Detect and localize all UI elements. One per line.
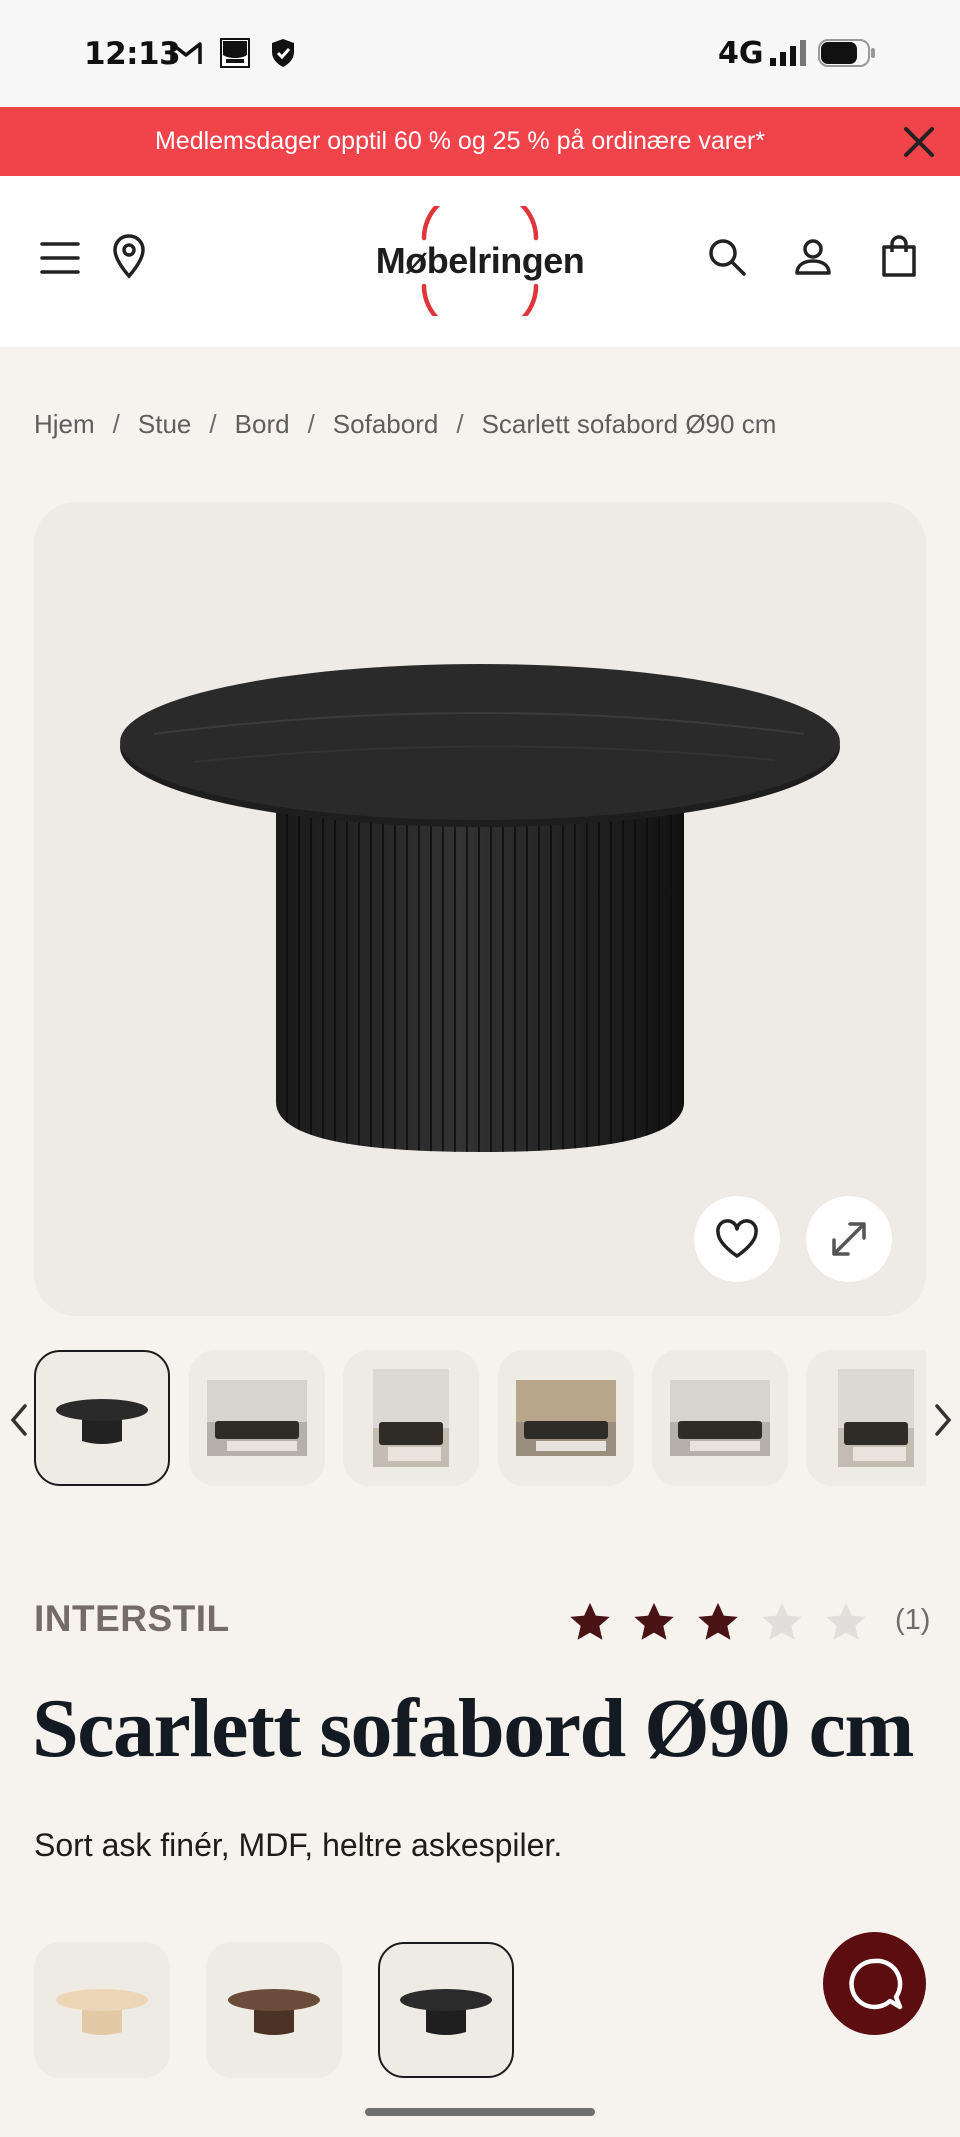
product-description: Sort ask finér, MDF, heltre askespiler. [34,1827,563,1863]
promo-banner: Medlemsdager opptil 60 % og 25 % på ordi… [0,107,960,176]
variant-natural-oak[interactable] [34,1942,170,2078]
thumbnail-gallery [0,1350,960,1490]
thumbnail-6[interactable] [806,1350,926,1486]
site-logo[interactable]: Møbelringen [370,206,590,316]
status-bar: 12:13 4G [0,0,960,107]
star-filled-icon [686,1598,750,1646]
variant-walnut[interactable] [206,1942,342,2078]
thumbnail-1[interactable] [34,1350,170,1486]
shield-icon [268,38,298,68]
chevron-left-icon[interactable] [4,1395,34,1445]
star-filled-icon [558,1598,622,1646]
site-header: Møbelringen [0,176,960,347]
product-image-table [120,664,840,1152]
breadcrumb-separator: / [112,409,120,439]
breadcrumb-separator: / [209,409,217,439]
expand-image-button[interactable] [806,1196,892,1282]
breadcrumb-item[interactable]: Bord [235,409,290,440]
breadcrumb-item[interactable]: Stue [138,409,192,440]
promo-text[interactable]: Medlemsdager opptil 60 % og 25 % på ordi… [155,127,765,156]
product-brand[interactable]: INTERSTIL [34,1598,230,1640]
breadcrumb-item[interactable]: Hjem [34,409,95,440]
signal-icon [768,38,808,68]
chevron-right-icon[interactable] [928,1395,958,1445]
expand-icon [832,1222,866,1256]
home-indicator[interactable] [365,2108,595,2116]
cart-icon[interactable] [874,230,924,282]
logo-text: Møbelringen [375,240,585,281]
variant-black-ash[interactable] [378,1942,514,2078]
wishlist-heart-button[interactable] [694,1196,780,1282]
review-count[interactable]: (1) [895,1604,930,1637]
thumbnail-5[interactable] [652,1350,788,1486]
chat-button[interactable] [823,1932,926,2035]
thumbnail-4[interactable] [498,1350,634,1486]
breadcrumb-separator: / [307,409,315,439]
kitchn-app-icon [218,38,252,68]
product-title: Scarlett sofabord Ø90 cm [32,1682,914,1775]
thumbnail-3[interactable] [343,1350,479,1486]
status-time: 12:13 [84,36,181,72]
rating-stars[interactable] [558,1598,878,1646]
menu-icon[interactable] [34,232,86,284]
product-main-image[interactable] [34,502,926,1316]
heart-icon [716,1219,758,1258]
network-type: 4G [718,36,764,71]
thumbnail-2[interactable] [189,1350,325,1486]
gmail-icon [168,38,204,68]
close-icon[interactable] [900,123,938,161]
star-filled-icon [622,1598,686,1646]
star-empty-icon [750,1598,814,1646]
breadcrumb-current: Scarlett sofabord Ø90 cm [481,409,777,439]
breadcrumb-item[interactable]: Sofabord [333,409,439,440]
breadcrumb: Hjem / Stue / Bord / Sofabord / Scarlett… [34,409,776,440]
account-icon[interactable] [788,232,838,282]
breadcrumb-separator: / [456,409,464,439]
search-icon[interactable] [702,232,752,282]
star-empty-icon [814,1598,878,1646]
battery-icon [818,38,876,68]
location-pin-icon[interactable] [104,228,154,284]
chat-icon [848,1958,902,2009]
